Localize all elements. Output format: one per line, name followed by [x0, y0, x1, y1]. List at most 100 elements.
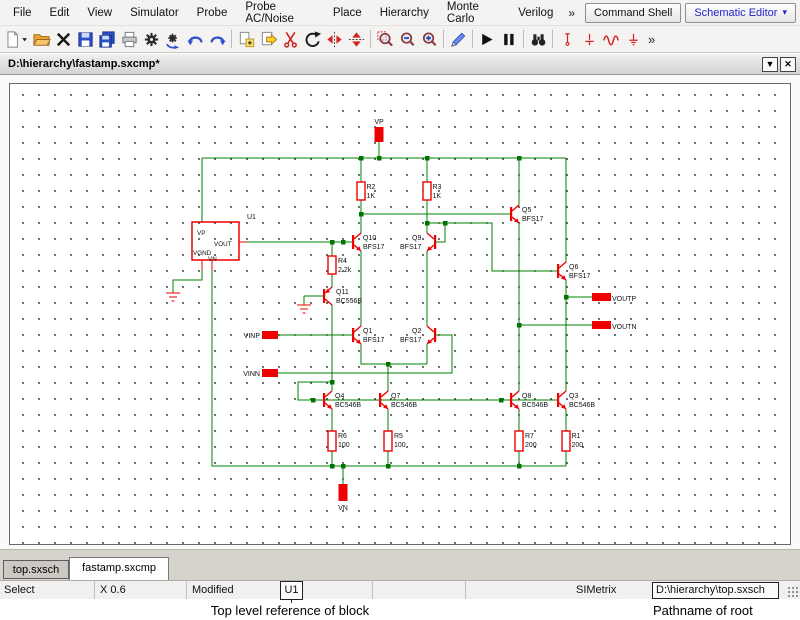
ground-symbol[interactable]: [166, 293, 180, 301]
toolbar-separator: [443, 30, 444, 48]
resistor-r1[interactable]: R1 200: [562, 431, 583, 451]
zoom-area-icon[interactable]: [374, 28, 396, 50]
resistor-r5[interactable]: R5 100: [384, 431, 406, 451]
u1-pin-vn: VN: [208, 256, 217, 263]
menu-view[interactable]: View: [78, 4, 121, 22]
cut-icon[interactable]: [279, 28, 301, 50]
resistor-r4[interactable]: R4 2.2k: [328, 256, 352, 274]
q4-ref: Q4: [335, 393, 344, 400]
export-page-icon[interactable]: [257, 28, 279, 50]
voltage-diff-probe-icon[interactable]: [578, 28, 600, 50]
settings-gear-icon[interactable]: [140, 28, 162, 50]
resize-grip[interactable]: [787, 586, 799, 598]
menu-probe-ac-noise[interactable]: Probe AC/Noise: [236, 0, 324, 28]
editor-selector-button[interactable]: Schematic Editor ▾: [685, 3, 796, 23]
new-file-icon[interactable]: [2, 28, 30, 50]
transistor-q2[interactable]: Q2 BFS17: [400, 326, 436, 344]
print-icon[interactable]: [118, 28, 140, 50]
find-binoculars-icon[interactable]: [527, 28, 549, 50]
open-folder-icon[interactable]: [30, 28, 52, 50]
transistor-q10[interactable]: Q10 BFS17: [352, 233, 385, 251]
menu-probe[interactable]: Probe: [188, 4, 237, 22]
transistor-q3[interactable]: Q3 BC546B: [557, 391, 595, 409]
rotate-icon[interactable]: [301, 28, 323, 50]
q9-ref: Q9: [412, 235, 421, 242]
q7-val: BC546B: [391, 402, 417, 409]
block-u1[interactable]: U1 VP VOUT VGND VN: [192, 214, 256, 270]
toolbar-separator: [231, 30, 232, 48]
r1-val: 200: [572, 442, 584, 449]
status-mode: Select: [4, 584, 35, 596]
resistor-r3[interactable]: R3 1K: [423, 182, 442, 200]
menu-edit[interactable]: Edit: [41, 4, 79, 22]
copy-page-icon[interactable]: [235, 28, 257, 50]
q6-ref: Q6: [569, 264, 578, 271]
q11-val: BC556B: [336, 298, 362, 305]
transistor-q9[interactable]: Q9 BFS17: [400, 233, 436, 251]
mirror-horizontal-icon[interactable]: [345, 28, 367, 50]
q1-ref: Q1: [363, 328, 372, 335]
q8-val: BC546B: [522, 402, 548, 409]
toolbar-separator: [552, 30, 553, 48]
terminal-vp-label: VP: [374, 119, 384, 126]
voltage-probe-icon[interactable]: [556, 28, 578, 50]
transistor-q5[interactable]: Q5 BFS17: [510, 205, 544, 223]
terminal-voutp[interactable]: VOUTP: [592, 293, 636, 303]
resistor-r2[interactable]: R2 1K: [357, 182, 376, 200]
r5-ref: R5: [394, 433, 403, 440]
terminal-vinn-label: VINN: [243, 371, 260, 378]
resistor-r7[interactable]: R7 200: [515, 431, 537, 451]
menu-hierarchy[interactable]: Hierarchy: [371, 4, 438, 22]
r4-ref: R4: [338, 258, 347, 265]
resistor-r6[interactable]: R6 100: [328, 431, 350, 451]
terminal-voutn[interactable]: VOUTN: [592, 321, 637, 331]
menu-file[interactable]: File: [4, 4, 41, 22]
annotation-strip: Top level reference of block Pathname of…: [0, 599, 800, 619]
ground-probe-icon[interactable]: [622, 28, 644, 50]
document-titlebar: D:\hierarchy\fastamp.sxcmp* ▼ ✕: [0, 53, 800, 75]
terminal-vp[interactable]: VP: [374, 119, 384, 142]
ac-probe-icon[interactable]: [600, 28, 622, 50]
window-restore-button[interactable]: ▼: [762, 57, 778, 72]
transistor-q1[interactable]: Q1 BFS17: [352, 326, 385, 344]
status-block-ref: U1: [280, 581, 303, 600]
terminal-vinn[interactable]: VINN: [243, 369, 278, 378]
terminal-vn[interactable]: VN: [338, 484, 348, 512]
q10-ref: Q10: [363, 235, 376, 242]
simetrix-window: File Edit View Simulator Probe Probe AC/…: [0, 0, 800, 620]
schematic-canvas[interactable]: U1 VP VOUT VGND VN VP: [9, 83, 791, 545]
zoom-in-icon[interactable]: [418, 28, 440, 50]
command-shell-button[interactable]: Command Shell: [585, 3, 681, 23]
run-icon[interactable]: [476, 28, 498, 50]
annotation-root-path: Pathname of root: [653, 603, 753, 618]
q7-ref: Q7: [391, 393, 400, 400]
menu-simulator[interactable]: Simulator: [121, 4, 188, 22]
redo-icon[interactable]: [206, 28, 228, 50]
annotate-pencil-icon[interactable]: [447, 28, 469, 50]
menu-monte-carlo[interactable]: Monte Carlo: [438, 0, 509, 28]
sheet-tab-bar: top.sxsch fastamp.sxcmp: [0, 549, 800, 580]
menu-verilog[interactable]: Verilog: [509, 4, 562, 22]
menu-overflow-chevron-icon[interactable]: »: [562, 6, 581, 20]
ground-symbol[interactable]: [297, 305, 311, 313]
window-close-button[interactable]: ✕: [780, 57, 796, 72]
tab-top-sxsch[interactable]: top.sxsch: [3, 560, 69, 579]
mirror-vertical-icon[interactable]: [323, 28, 345, 50]
transistor-q6[interactable]: Q6 BFS17: [557, 262, 591, 280]
undo-icon[interactable]: [184, 28, 206, 50]
menu-place[interactable]: Place: [324, 4, 371, 22]
chevron-down-icon: ▾: [782, 7, 787, 18]
terminal-vinp-label: VINP: [244, 333, 261, 340]
zoom-out-icon[interactable]: [396, 28, 418, 50]
save-all-icon[interactable]: [96, 28, 118, 50]
r5-val: 100: [394, 442, 406, 449]
pause-icon[interactable]: [498, 28, 520, 50]
toolbar-overflow-chevron-icon[interactable]: »: [644, 32, 659, 47]
tab-fastamp-sxcmp[interactable]: fastamp.sxcmp: [69, 557, 169, 580]
netlist-gear-icon[interactable]: [162, 28, 184, 50]
close-icon[interactable]: [52, 28, 74, 50]
transistor-q11[interactable]: Q11 BC556B: [323, 287, 362, 305]
u1-pin-vp: VP: [197, 230, 205, 237]
save-icon[interactable]: [74, 28, 96, 50]
terminal-vinp[interactable]: VINP: [244, 331, 278, 340]
